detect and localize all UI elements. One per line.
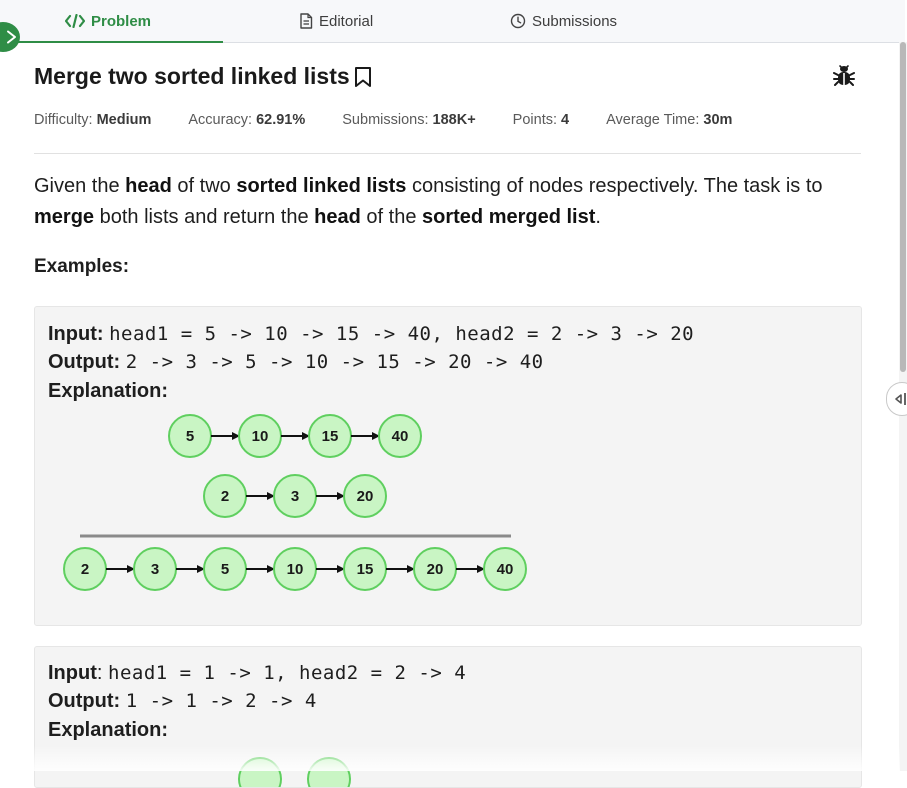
active-tab-indicator bbox=[18, 41, 223, 43]
difficulty: Difficulty: Medium bbox=[34, 112, 152, 128]
submissions-value: 188K+ bbox=[432, 112, 476, 128]
problem-title-row: Merge two sorted linked lists bbox=[34, 63, 372, 90]
list1-row: 5 10 15 40 bbox=[168, 414, 422, 458]
accuracy: Accuracy: 62.91% bbox=[188, 112, 306, 128]
merge-diagram: 5 10 15 40 2 3 20 2 3 5 10 15 20 40 bbox=[63, 414, 527, 591]
tab-problem[interactable]: Problem bbox=[65, 0, 151, 42]
chevron-right-icon bbox=[7, 30, 16, 44]
merged-node-label: 2 bbox=[81, 561, 89, 578]
tab-submissions-label: Submissions bbox=[532, 12, 618, 30]
list2-row: 2 3 20 bbox=[203, 474, 387, 518]
bookmark-icon[interactable] bbox=[354, 66, 372, 88]
list2-node-label: 3 bbox=[291, 488, 299, 505]
list1-node-label: 5 bbox=[186, 428, 194, 445]
tab-editorial-label: Editorial bbox=[319, 12, 374, 30]
list1-node-label: 15 bbox=[322, 428, 339, 445]
clock-icon bbox=[510, 13, 526, 29]
merged-node-label: 10 bbox=[287, 561, 304, 578]
merged-row: 2 3 5 10 15 20 40 bbox=[63, 547, 527, 591]
editorial-doc-icon bbox=[300, 13, 313, 29]
list2-node-label: 2 bbox=[221, 488, 229, 505]
bug-icon[interactable] bbox=[833, 64, 855, 88]
accuracy-value: 62.91% bbox=[256, 112, 306, 128]
scrollbar-thumb[interactable] bbox=[900, 42, 906, 372]
problem-meta: Difficulty: Medium Accuracy: 62.91% Subm… bbox=[34, 112, 769, 130]
bottom-fade bbox=[0, 745, 900, 771]
problem-description: Given the head of two sorted linked list… bbox=[34, 175, 823, 228]
points: Points: 4 bbox=[512, 112, 570, 128]
submissions: Submissions: 188K+ bbox=[342, 112, 476, 128]
header-divider bbox=[34, 153, 861, 154]
list1-node-label: 40 bbox=[392, 428, 409, 445]
problem-title: Merge two sorted linked lists bbox=[34, 63, 350, 89]
tab-submissions[interactable]: Submissions bbox=[510, 0, 617, 42]
tab-bar: Problem Editorial Submissions bbox=[0, 0, 905, 43]
merged-node-label: 3 bbox=[151, 561, 159, 578]
difficulty-value: Medium bbox=[96, 112, 152, 128]
merged-node-label: 40 bbox=[497, 561, 514, 578]
tab-problem-label: Problem bbox=[91, 12, 152, 30]
average-time: Average Time: 30m bbox=[606, 112, 733, 128]
collapse-left-icon bbox=[895, 393, 906, 405]
merged-node-label: 15 bbox=[357, 561, 374, 578]
points-value: 4 bbox=[561, 112, 570, 128]
list2-node-label: 20 bbox=[357, 488, 374, 505]
code-icon bbox=[65, 14, 85, 28]
example-1-box: Input: head1 = 5 -> 10 -> 15 -> 40, head… bbox=[34, 306, 862, 626]
tab-editorial[interactable]: Editorial bbox=[299, 0, 373, 42]
collapse-panel-handle[interactable] bbox=[886, 382, 907, 416]
merged-node-label: 5 bbox=[221, 561, 229, 578]
merged-node-label: 20 bbox=[427, 561, 444, 578]
list1-node-label: 10 bbox=[252, 428, 269, 445]
examples-heading: Examples: bbox=[34, 256, 130, 277]
average-time-value: 30m bbox=[703, 112, 733, 128]
